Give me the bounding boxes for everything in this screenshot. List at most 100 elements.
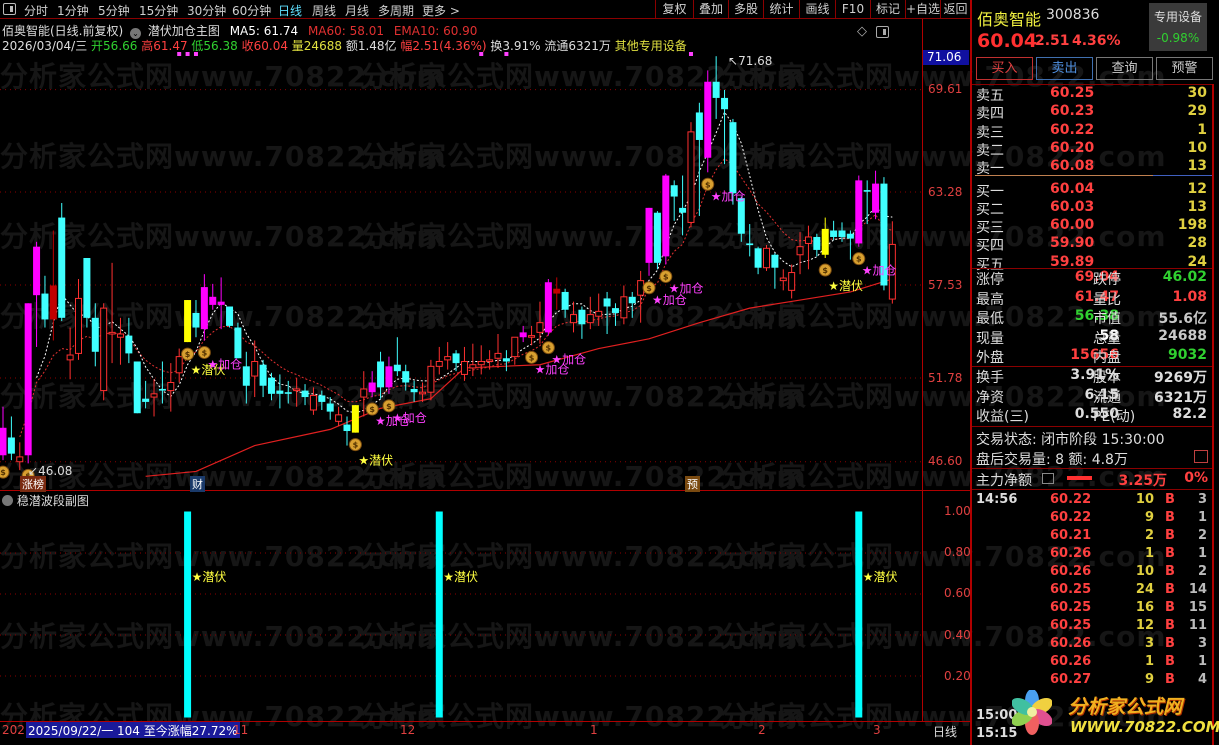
candle-body (796, 246, 804, 256)
tick-volume: 3 (1144, 636, 1154, 651)
buy-button[interactable]: 买入 (976, 57, 1033, 80)
stat-value: 24688 (1158, 327, 1207, 344)
candle-body (142, 398, 150, 402)
level-label: 买三 (976, 220, 1004, 237)
candle-body (553, 288, 561, 294)
tick-count: 1 (1197, 654, 1207, 669)
main-flow-value: 3.25万 (1118, 473, 1167, 489)
candle-body (192, 312, 200, 328)
level-volume: 28 (1187, 235, 1207, 252)
candle-body (662, 175, 670, 257)
tick-volume: 10 (1135, 564, 1154, 579)
signal-dot (185, 52, 190, 56)
tick-count: 1 (1197, 546, 1207, 561)
divider (972, 489, 1214, 490)
tick-volume: 2 (1144, 528, 1154, 543)
sector-badge[interactable]: 专用设备 -0.98% (1149, 3, 1207, 51)
forecast-marker[interactable]: 预 (685, 476, 700, 492)
candle-body (226, 306, 234, 326)
candle-body (158, 388, 166, 391)
candle-body (460, 360, 468, 375)
query-button[interactable]: 查询 (1096, 57, 1153, 80)
candle-body (813, 236, 821, 250)
book-divider (975, 175, 1153, 176)
stat-label: 跌停 (1093, 272, 1121, 288)
jiacang-label: ★加仓 (207, 357, 242, 371)
subchart-qianfu-label: ★潜伏 (863, 570, 898, 584)
tick-volume: 24 (1135, 582, 1154, 597)
tick-count: 2 (1197, 564, 1207, 579)
stat-label: 股本 (1093, 370, 1121, 386)
candle-body (603, 298, 611, 307)
tick-price: 60.26 (1050, 654, 1092, 669)
money-bag-symbol: $ (822, 266, 828, 275)
subchart-qianfu-label: ★潜伏 (443, 570, 478, 584)
price-axis-border (922, 19, 923, 721)
stat-value: 46.02 (1162, 269, 1207, 285)
candle-body (116, 333, 124, 338)
candle-body (276, 390, 284, 394)
candle-body (578, 309, 586, 325)
month-label: 2 (758, 723, 766, 737)
stat-label: 最低 (976, 311, 1004, 327)
signal-dot (504, 52, 509, 56)
candle-body (7, 437, 15, 454)
tick-volume: 16 (1135, 600, 1154, 615)
level-label: 买二 (976, 201, 1004, 218)
sector-change: -0.98% (1156, 31, 1200, 45)
signal-dot (479, 52, 484, 56)
candle-body (620, 296, 628, 319)
qianfu-label: ★潜伏 (358, 454, 393, 468)
candle-body (804, 236, 812, 244)
level-label: 买一 (976, 183, 1004, 200)
candle-body (167, 382, 175, 392)
trade-status: 交易状态: 闭市阶段 15:30:00 (976, 432, 1165, 448)
candle-body (444, 356, 452, 361)
candle-body (729, 122, 737, 194)
candlestick-chart[interactable]: $$$$$$$$$$$$$$★潜伏★潜伏★潜伏★加仓★加仓★加仓★加仓★加仓★加… (0, 0, 970, 745)
flower-logo-icon (1011, 689, 1053, 735)
tick-volume: 1 (1144, 546, 1154, 561)
candle-body (695, 112, 703, 140)
level-price: 60.23 (1050, 103, 1095, 120)
chart-bars-icon[interactable] (1194, 450, 1208, 463)
candle-body (645, 207, 653, 263)
candle-body (628, 296, 636, 304)
tick-volume: 10 (1135, 492, 1154, 507)
level-price: 60.04 (1050, 180, 1095, 197)
candle-body (486, 359, 494, 362)
list-icon[interactable] (1042, 473, 1054, 484)
zhangbang-marker[interactable]: 涨榜 (20, 476, 46, 492)
stat-label: 总量 (1093, 330, 1121, 347)
candle-body (410, 388, 418, 393)
candle-body (788, 272, 796, 291)
subchart-title[interactable]: 稳潜波段副图 (17, 494, 89, 508)
price-axis-label: 69.61 (928, 82, 963, 96)
level-volume: 13 (1187, 158, 1207, 175)
candle-body (670, 185, 678, 197)
alert-button[interactable]: 预警 (1156, 57, 1213, 80)
qianfu-label: ★潜伏 (828, 279, 863, 293)
sell-button[interactable]: 卖出 (1036, 57, 1093, 80)
stat-label: 最高 (976, 291, 1004, 308)
candle-body (16, 456, 24, 463)
stat-label: 市值 (1093, 311, 1121, 327)
money-bag-symbol: $ (0, 468, 6, 477)
level-volume: 13 (1187, 198, 1207, 215)
subchart-dropdown-icon[interactable] (2, 495, 13, 506)
finance-marker[interactable]: 财 (190, 476, 205, 492)
money-bag-symbol: $ (369, 405, 375, 414)
month-label: 3 (873, 723, 881, 737)
month-label: 11 (233, 723, 249, 737)
logo-text: 分析家公式网 (1068, 696, 1183, 718)
candle-body (293, 388, 301, 392)
jiacang-label: ★加仓 (551, 353, 586, 367)
stat-value: 6321万 (1154, 389, 1207, 406)
tick-count: 3 (1197, 492, 1207, 507)
tick-time: 14:56 (976, 492, 1018, 507)
price-axis-label: 46.60 (928, 454, 963, 468)
tick-side: B (1165, 492, 1175, 507)
tick-count: 3 (1197, 636, 1207, 651)
candle-body (838, 230, 846, 237)
candle-body (721, 97, 729, 110)
